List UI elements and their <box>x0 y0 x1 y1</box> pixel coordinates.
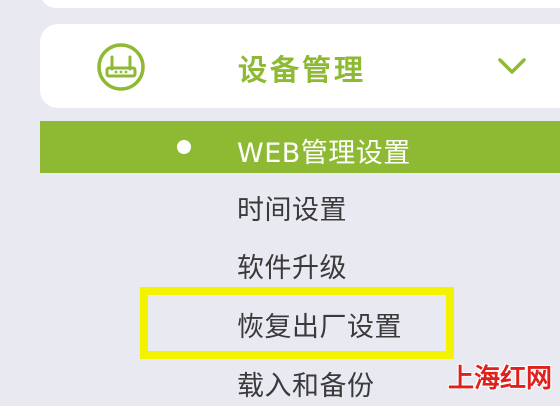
menu-item-label: 时间设置 <box>237 195 347 226</box>
section-title: 设备管理 <box>238 53 367 87</box>
menu-item-software-upgrade[interactable]: 软件升级 <box>40 236 560 288</box>
menu-item-web-management[interactable]: WEB管理设置 <box>40 121 560 173</box>
router-icon <box>97 43 145 91</box>
menu-item-label: 软件升级 <box>237 253 347 284</box>
watermark-logo: 上海红网 <box>447 364 552 394</box>
highlight-annotation-box <box>140 287 454 359</box>
active-dot-icon <box>177 140 191 154</box>
chevron-down-icon[interactable] <box>497 55 527 77</box>
menu-item-label: 载入和备份 <box>237 371 375 402</box>
menu-item-time-settings[interactable]: 时间设置 <box>40 178 560 230</box>
menu-item-label: WEB管理设置 <box>237 138 411 169</box>
previous-section-card <box>40 0 560 8</box>
